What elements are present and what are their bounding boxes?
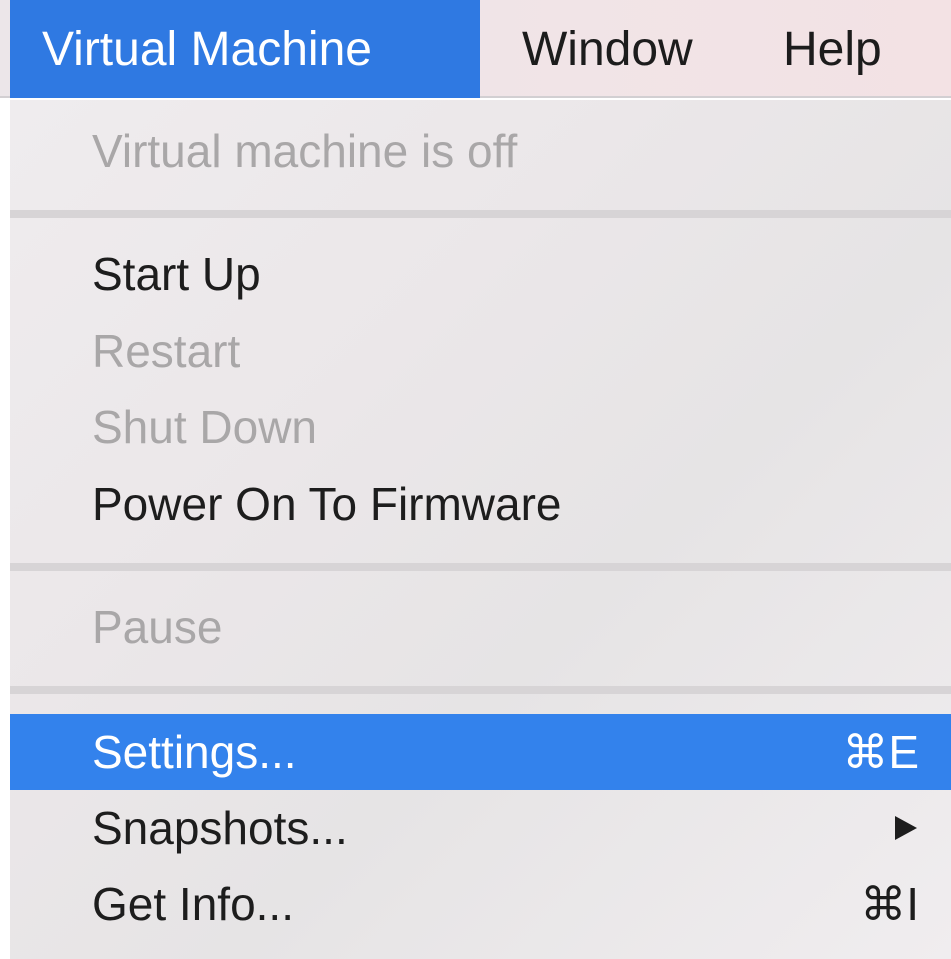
menu-item-get-info[interactable]: Get Info... ⌘I [10, 866, 951, 942]
menu-item-label: Start Up [92, 248, 261, 300]
menubar-window[interactable]: Window [522, 0, 693, 98]
status-label: Virtual machine is off [92, 125, 518, 177]
menu-bar: Virtual Machine Window Help [0, 0, 951, 98]
menu-item-restart: Restart [10, 313, 951, 389]
menu-item-pause: Pause [10, 588, 951, 666]
menu-item-label: Get Info... [92, 878, 294, 930]
menu-item-label: Shut Down [92, 401, 318, 453]
menu-item-label: Snapshots... [92, 802, 348, 854]
menu-separator [10, 563, 951, 571]
submenu-arrow-icon [895, 816, 917, 840]
menu-item-shut-down: Shut Down [10, 389, 951, 465]
menu-item-label: Settings... [92, 726, 297, 778]
menu-separator [10, 686, 951, 694]
menu-item-settings[interactable]: Settings... ⌘E [10, 714, 951, 790]
virtual-machine-menu: Virtual machine is off Start Up Restart … [10, 100, 951, 959]
menubar-help[interactable]: Help [783, 0, 882, 98]
menubar-virtual-machine[interactable]: Virtual Machine [10, 0, 480, 98]
menu-status-item: Virtual machine is off [10, 110, 951, 192]
menu-item-label: Pause [92, 601, 223, 653]
menu-item-label: Power On To Firmware [92, 478, 562, 530]
shortcut-label: ⌘E [842, 726, 919, 778]
menu-item-power-on-to-firmware[interactable]: Power On To Firmware [10, 465, 951, 543]
menu-item-label: Restart [92, 325, 241, 377]
shortcut-label: ⌘I [860, 878, 919, 930]
menu-separator [10, 210, 951, 218]
menu-item-start-up[interactable]: Start Up [10, 235, 951, 313]
menu-item-snapshots[interactable]: Snapshots... [10, 790, 951, 866]
